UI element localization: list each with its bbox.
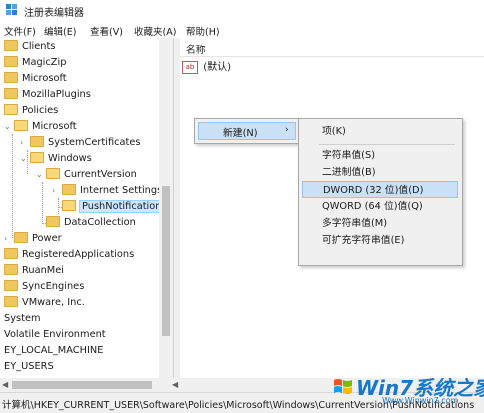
- folder-open-icon: [30, 151, 44, 163]
- tree-node-internet-settings[interactable]: › Internet Settings: [52, 183, 162, 199]
- tree-node-power[interactable]: › Power: [4, 231, 62, 247]
- tree-node-datacollection[interactable]: DataCollection: [46, 215, 136, 231]
- window-title: 注册表编辑器: [24, 8, 84, 19]
- expand-icon[interactable]: ›: [4, 231, 7, 247]
- menu-item-new[interactable]: 新建(N) ›: [198, 122, 296, 140]
- scroll-left-icon[interactable]: ◀: [2, 380, 8, 389]
- submenu-item-string-value[interactable]: 字符串值(S): [302, 147, 458, 164]
- menu-separator: [319, 144, 455, 145]
- tree-node-system[interactable]: System: [4, 311, 41, 327]
- new-submenu: 项(K) 字符串值(S) 二进制值(B) DWORD (32 位)值(D) QW…: [298, 118, 463, 266]
- collapse-icon[interactable]: ⌄: [20, 151, 27, 167]
- value-row-default[interactable]: ab (默认): [182, 60, 231, 76]
- tree-node-currentversion[interactable]: ⌄ CurrentVersion: [36, 167, 137, 183]
- menu-favorites[interactable]: 收藏夹(A): [134, 24, 176, 38]
- scroll-left-icon-right-pane[interactable]: ◀: [172, 380, 178, 389]
- tree-node-hkey-local-machine[interactable]: EY_LOCAL_MACHINE: [4, 343, 103, 359]
- menu-edit[interactable]: 编辑(E): [44, 24, 76, 38]
- submenu-arrow-icon: ›: [285, 125, 289, 135]
- scrollbar-thumb[interactable]: [162, 186, 170, 336]
- folder-icon: [62, 183, 76, 195]
- tree-node-magiczip[interactable]: MagicZip: [4, 55, 66, 71]
- hscroll-thumb[interactable]: [12, 381, 152, 389]
- folder-icon: [4, 247, 18, 259]
- menu-file[interactable]: 文件(F): [4, 24, 36, 38]
- watermark-url: Www.Winwin7.com: [382, 396, 459, 405]
- folder-open-icon: [46, 167, 60, 179]
- value-name: (默认): [203, 62, 231, 73]
- folder-icon: [46, 215, 60, 227]
- tree-node-policies[interactable]: Policies: [4, 103, 58, 119]
- tree-node-pushnotifications[interactable]: PushNotifications: [62, 199, 170, 215]
- regedit-app-icon: [6, 4, 17, 15]
- folder-icon: [4, 71, 18, 83]
- folder-icon: [4, 263, 18, 275]
- windows-flag-logo: [334, 379, 352, 394]
- submenu-item-multi-string-value[interactable]: 多字符串值(M): [302, 215, 458, 232]
- submenu-item-expandable-string-value[interactable]: 可扩充字符串值(E): [302, 232, 458, 249]
- tree-node-registeredapplications[interactable]: RegisteredApplications: [4, 247, 134, 263]
- tree-node-ruanmei[interactable]: RuanMei: [4, 263, 64, 279]
- title-bar: 注册表编辑器: [0, 0, 484, 20]
- tree-vertical-scrollbar[interactable]: ▼: [159, 38, 173, 392]
- site-watermark: Win7系统之家 Www.Winwin7.com: [330, 370, 484, 412]
- submenu-item-key[interactable]: 项(K): [302, 123, 458, 140]
- folder-icon: [4, 39, 18, 51]
- folder-open-icon: [14, 119, 28, 131]
- tree-node-windows[interactable]: ⌄ Windows: [20, 151, 92, 167]
- column-header-label: 名称: [186, 45, 206, 56]
- collapse-icon[interactable]: ⌄: [4, 119, 11, 135]
- menu-view[interactable]: 查看(V): [90, 24, 123, 38]
- column-header-name[interactable]: 名称: [180, 38, 484, 57]
- tree-node-vmware[interactable]: VMware, Inc.: [4, 295, 85, 311]
- tree-node-clients[interactable]: Clients: [4, 39, 55, 55]
- tree-node-syncengines[interactable]: SyncEngines: [4, 279, 84, 295]
- menu-help[interactable]: 帮助(H): [186, 24, 220, 38]
- collapse-icon[interactable]: ⌄: [36, 167, 43, 183]
- folder-icon: [4, 279, 18, 291]
- tree-node-mozillaplugins[interactable]: MozillaPlugins: [4, 87, 91, 103]
- submenu-item-binary-value[interactable]: 二进制值(B): [302, 164, 458, 181]
- folder-open-icon: [4, 103, 18, 115]
- tree-node-systemcertificates[interactable]: › SystemCertificates: [20, 135, 141, 151]
- menu-item-new-label: 新建(N): [223, 128, 258, 139]
- tree-node-microsoft[interactable]: Microsoft: [4, 71, 67, 87]
- folder-icon: [4, 55, 18, 67]
- folder-open-icon: [62, 199, 76, 211]
- expand-icon[interactable]: ›: [20, 135, 23, 151]
- folder-icon: [30, 135, 44, 147]
- folder-icon: [4, 295, 18, 307]
- folder-icon: [4, 87, 18, 99]
- submenu-item-dword-value[interactable]: DWORD (32 位)值(D): [302, 181, 458, 198]
- pane-splitter[interactable]: [173, 38, 180, 392]
- menu-bar: 文件(F) 编辑(E) 查看(V) 收藏夹(A) 帮助(H): [0, 21, 484, 39]
- folder-icon: [14, 231, 28, 243]
- string-value-icon: ab: [182, 60, 198, 74]
- submenu-item-qword-value[interactable]: QWORD (64 位)值(Q): [302, 198, 458, 215]
- expand-icon[interactable]: ›: [52, 183, 55, 199]
- registry-tree[interactable]: Clients MagicZip Microsoft MozillaPlugin…: [0, 38, 173, 392]
- tree-node-policies-microsoft[interactable]: ⌄ Microsoft: [4, 119, 77, 135]
- context-menu: 新建(N) ›: [194, 118, 300, 144]
- tree-node-hkey-users[interactable]: EY_USERS: [4, 359, 54, 375]
- tree-node-volatile-environment[interactable]: Volatile Environment: [4, 327, 106, 343]
